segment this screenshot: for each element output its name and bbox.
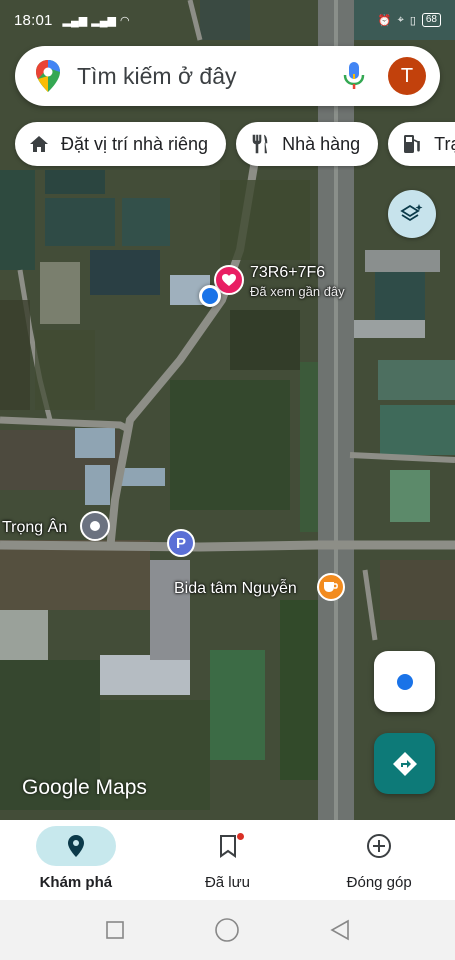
explore-pin-icon <box>67 835 84 857</box>
battery-icon: 68 <box>421 13 441 27</box>
place-code-label[interactable]: 73R6+7F6 <box>250 264 325 282</box>
poi-label-trong-an[interactable]: Trọng Ân <box>2 519 67 537</box>
heart-icon <box>222 274 236 286</box>
back-triangle-icon <box>329 919 349 941</box>
bottom-navigation: Khám phá Đã lưu Đóng góp <box>0 820 455 900</box>
recents-button[interactable] <box>105 920 125 940</box>
current-location-dot <box>199 285 221 307</box>
bookmark-icon <box>219 835 236 858</box>
nav-label: Khám phá <box>39 874 113 891</box>
my-location-button[interactable] <box>374 651 435 712</box>
alarm-icon: ⏰ <box>377 14 392 27</box>
microphone-icon[interactable] <box>342 61 366 91</box>
chip-label: Trạm xăng <box>434 133 455 154</box>
signal-icon: ▂▄▆ <box>62 14 88 27</box>
search-input[interactable]: Tìm kiếm ở đây <box>77 63 342 90</box>
chip-set-home[interactable]: Đặt vị trí nhà riêng <box>15 122 227 166</box>
my-location-icon <box>396 673 413 690</box>
home-icon <box>29 134 49 154</box>
directions-button[interactable] <box>374 733 435 794</box>
status-icons-left: ▂▄▆ ▂▄▆ ◠ <box>63 14 130 27</box>
notification-dot <box>236 833 244 840</box>
status-icons-right: ⏰ ⌖ ▯ 68 <box>378 13 441 27</box>
add-circle-icon <box>367 834 392 858</box>
recently-viewed-label: Đã xem gần đây <box>250 284 345 299</box>
wifi-icon: ◠ <box>119 14 130 27</box>
nav-contribute-icon-wrap <box>339 826 419 866</box>
layers-button[interactable] <box>388 190 436 238</box>
nav-explore[interactable]: Khám phá <box>0 820 152 900</box>
restaurant-icon <box>250 134 270 154</box>
avatar[interactable]: T <box>388 57 426 95</box>
coffee-cup-icon <box>324 582 338 592</box>
chip-gas-stations[interactable]: Trạm xăng <box>388 122 455 166</box>
back-button[interactable] <box>329 919 351 941</box>
parking-marker[interactable]: P <box>167 529 195 557</box>
category-chips-row: Đặt vị trí nhà riêng Nhà hàng Trạm xăng <box>0 118 455 170</box>
search-bar[interactable]: Tìm kiếm ở đây T <box>15 46 440 106</box>
chip-label: Nhà hàng <box>282 133 361 154</box>
category-chips: Đặt vị trí nhà riêng Nhà hàng Trạm xăng <box>15 122 455 166</box>
cafe-marker[interactable] <box>317 573 345 601</box>
nav-saved[interactable]: Đã lưu <box>152 820 304 900</box>
nav-contribute[interactable]: Đóng góp <box>303 820 455 900</box>
home-button[interactable] <box>214 917 240 943</box>
chip-label: Đặt vị trí nhà riêng <box>61 133 209 154</box>
nav-saved-icon-wrap <box>188 826 268 866</box>
location-status-icon: ⌖ <box>397 13 404 26</box>
status-bar: 18:01 ▂▄▆ ▂▄▆ ◠ ⏰ ⌖ ▯ 68 <box>0 0 455 40</box>
poi-marker-trong-an[interactable] <box>80 511 110 541</box>
chip-restaurants[interactable]: Nhà hàng <box>236 122 379 166</box>
status-time: 18:01 <box>14 11 53 29</box>
layers-icon <box>400 204 423 222</box>
gas-station-icon <box>402 134 422 154</box>
nav-label: Đóng góp <box>346 874 412 891</box>
system-navigation-bar <box>0 900 455 960</box>
poi-label-bida[interactable]: Bida tâm Nguyễn <box>174 580 297 598</box>
square-icon <box>105 921 124 939</box>
google-maps-pin-icon <box>36 60 60 92</box>
directions-icon <box>392 751 417 776</box>
vibrate-icon: ▯ <box>409 14 416 27</box>
nav-label: Đã lưu <box>204 874 251 891</box>
circle-icon <box>214 918 239 942</box>
signal-icon: ▂▄▆ <box>91 14 116 27</box>
nav-explore-icon-wrap <box>35 826 116 866</box>
google-maps-watermark: Google Maps <box>22 776 147 799</box>
